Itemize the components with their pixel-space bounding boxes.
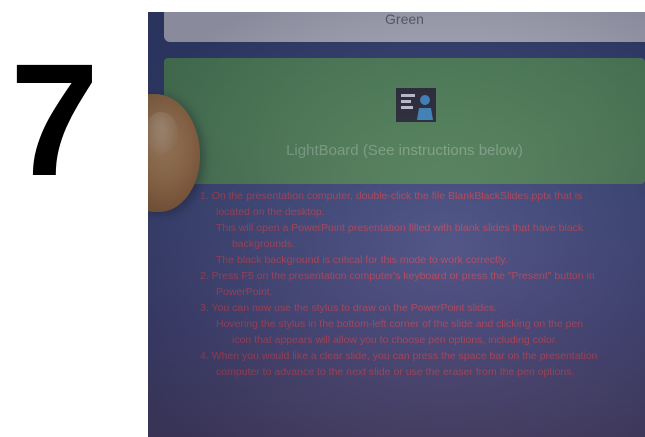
screen-photo: Green LightBoard (See instructions below… [148, 12, 645, 437]
green-mode-button-label: Green [385, 12, 424, 27]
instruction-line: Hovering the stylus in the bottom-left c… [216, 318, 584, 330]
instruction-line: 2. Press F5 on the presentation computer… [200, 270, 595, 282]
instruction-line: backgrounds. [232, 238, 296, 250]
instruction-line: computer to advance to the next slide or… [216, 366, 575, 378]
lightboard-presenter-icon [396, 88, 436, 122]
instruction-line: 3. You can now use the stylus to draw on… [200, 302, 498, 314]
instruction-line: 4. When you would like a clear slide, yo… [200, 350, 598, 362]
step-number: 7 [10, 30, 99, 209]
lightboard-card-title: LightBoard (See instructions below) [286, 142, 523, 159]
instruction-line: icon that appears will allow you to choo… [232, 334, 558, 346]
instruction-line: located on the desktop. [216, 206, 325, 218]
instruction-line: 1. On the presentation computer, double-… [200, 190, 583, 202]
lightboard-card[interactable]: LightBoard (See instructions below) [164, 58, 645, 184]
instruction-line: PowerPoint. [216, 286, 273, 298]
green-mode-button[interactable]: Green [164, 12, 645, 42]
instructions-list: 1. On the presentation computer, double-… [186, 188, 626, 380]
instruction-line: This will open a PowerPoint presentation… [216, 222, 584, 234]
instruction-line: The black background is critical for thi… [216, 254, 508, 266]
fingernail [148, 112, 178, 154]
